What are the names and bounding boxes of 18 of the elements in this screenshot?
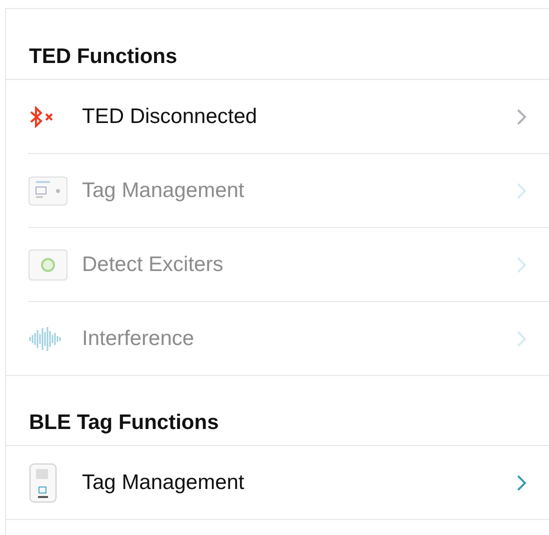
tag-card-icon: [28, 176, 68, 206]
section-title: BLE Tag Functions: [29, 411, 219, 435]
menu-row[interactable]: TED Disconnected: [28, 80, 549, 154]
chevron-icon: [517, 182, 527, 198]
chevron-icon: [517, 108, 527, 124]
row-label: Detect Exciters: [82, 252, 224, 276]
waveform-icon: [28, 326, 62, 352]
row-label: TED Disconnected: [82, 104, 258, 128]
chevron-icon: [517, 474, 527, 490]
chevron-icon: [517, 256, 527, 272]
row-label: Tag Management: [82, 178, 246, 202]
exciter-icon: [28, 248, 68, 280]
row-label: Tag Management: [82, 470, 246, 494]
tag-device-icon: [28, 462, 58, 502]
menu-row[interactable]: Tag Management: [6, 446, 549, 520]
section-title: TED Functions: [29, 45, 178, 69]
chevron-icon: [517, 330, 527, 346]
row-label: Interference: [82, 326, 196, 350]
